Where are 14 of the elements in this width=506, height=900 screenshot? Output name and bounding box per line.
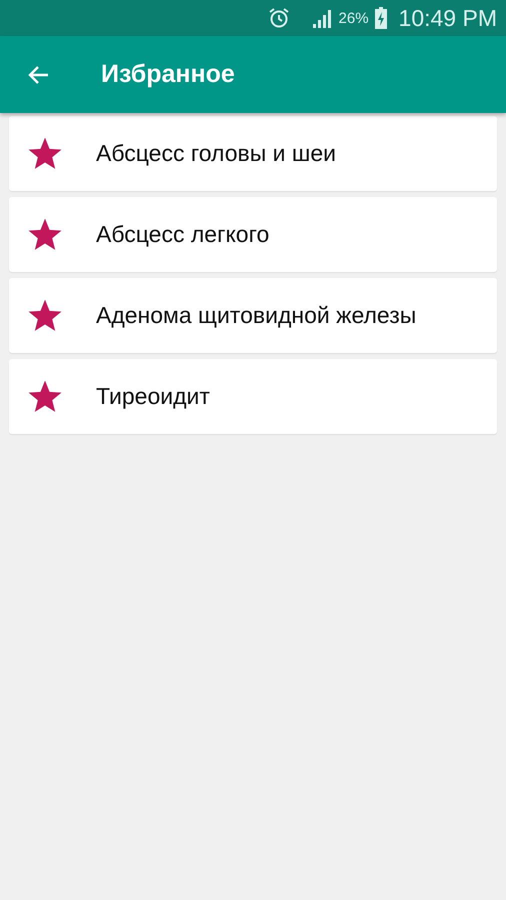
favorite-item[interactable]: Аденома щитовидной железы [9,278,497,353]
favorite-item[interactable]: Абсцесс легкого [9,197,497,272]
filled-star-icon[interactable] [26,378,64,414]
filled-star-icon[interactable] [26,216,64,252]
alarm-clock-icon [266,6,291,30]
filled-star-icon[interactable] [26,298,64,334]
favorite-item[interactable]: Абсцесс головы и шеи [9,116,497,191]
favorite-item[interactable]: Тиреоидит [9,359,497,434]
battery-charging-icon [374,7,387,29]
battery-percent: 26% [338,10,369,26]
clock-time: 10:49 PM [398,4,497,32]
signal-icon [310,8,333,28]
filled-star-icon[interactable] [26,136,64,172]
screen-title: Избранное [101,60,235,89]
